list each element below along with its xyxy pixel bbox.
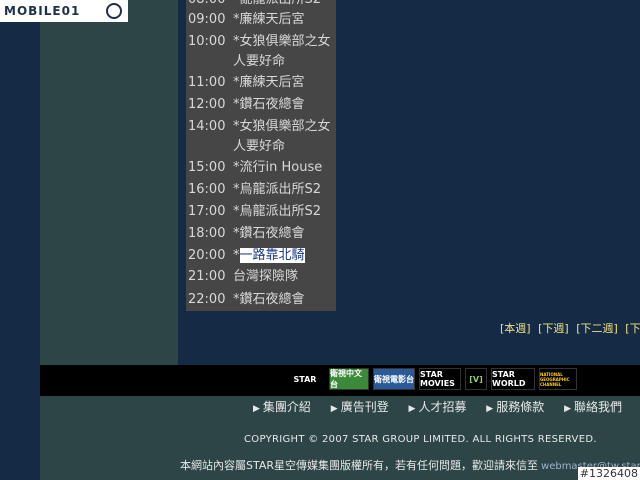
schedule-title[interactable]: *烏龍派出所S2 bbox=[233, 202, 333, 222]
schedule-time: 09:00 bbox=[188, 12, 226, 27]
schedule-title[interactable]: *烏龍派出所S2 bbox=[233, 180, 333, 200]
selected-program-title[interactable]: 一路靠北騎 bbox=[239, 248, 305, 263]
copyright-text: COPYRIGHT © 2007 STAR GROUP LIMITED. ALL… bbox=[244, 434, 597, 445]
channel-logos: STAR 衛視中文台 衛視電影台 STAR MOVIES [V] STAR WO… bbox=[285, 368, 577, 390]
schedule-title[interactable]: *流行in House bbox=[233, 158, 333, 178]
schedule-time: 18:00 bbox=[188, 226, 226, 241]
left-navy-strip bbox=[0, 0, 40, 480]
schedule-title[interactable]: *女狼俱樂部之女人要好命 bbox=[233, 117, 333, 157]
schedule-time: 16:00 bbox=[188, 182, 226, 197]
schedule-title[interactable]: *廉練天后宮 bbox=[233, 73, 333, 93]
arrow-right-icon: ▶ bbox=[408, 404, 416, 414]
schedule-title[interactable]: *鑽石夜總會 bbox=[233, 95, 333, 115]
schedule-title[interactable]: *一路靠北騎 bbox=[233, 246, 333, 266]
arrow-right-icon: ▶ bbox=[564, 404, 571, 414]
left-teal-column bbox=[40, 0, 178, 365]
arrow-right-icon: ▶ bbox=[330, 404, 338, 414]
schedule-title[interactable]: *鑽石夜總會 bbox=[233, 290, 333, 310]
star-logo[interactable]: STAR bbox=[285, 369, 325, 389]
schedule-time: 14:00 bbox=[188, 119, 226, 134]
schedule-title[interactable]: *女狼俱樂部之女人要好命 bbox=[233, 32, 333, 72]
schedule-time: 08:00 bbox=[188, 0, 232, 10]
schedule-time: 15:00 bbox=[188, 160, 226, 175]
footer-link[interactable]: ▶ 聯絡我們 bbox=[564, 400, 630, 414]
program-schedule: 08:00*亂龍派出所S2 09:00 *廉練天后宮 10:00 *女狼俱樂部之女人… bbox=[186, 0, 336, 311]
week-link-more[interactable]: [下 bbox=[625, 322, 640, 335]
star-movies-chinese-logo[interactable]: 衛視電影台 bbox=[373, 368, 415, 390]
schedule-time: 12:00 bbox=[188, 97, 226, 112]
copyright-notice: 本網站內容屬STAR星空傳媒集團版權所有，若有任何問題，歡迎請來信至webmas… bbox=[180, 457, 640, 473]
logo-text: MOBILE01 bbox=[4, 4, 81, 18]
arrow-right-icon: ▶ bbox=[253, 404, 260, 414]
site-logo[interactable]: MOBILE01 bbox=[0, 0, 128, 22]
schedule-title[interactable]: *亂龍派出所S2 bbox=[233, 0, 333, 10]
schedule-time: 20:00 bbox=[188, 248, 226, 263]
schedule-time: 21:00 bbox=[188, 269, 226, 284]
week-link-this[interactable]: [本週] bbox=[500, 322, 531, 335]
image-id-watermark: #1326408 bbox=[577, 467, 640, 480]
footer-link[interactable]: ▶ 人才招募 bbox=[409, 400, 475, 414]
national-geographic-logo[interactable]: NATIONAL GEOGRAPHIC CHANNEL bbox=[539, 368, 577, 390]
arrow-right-icon: ▶ bbox=[486, 404, 494, 414]
footer-links: ▶ 集團介紹 ▶ 廣告刊登 ▶ 人才招募 ▶ 服務條款 ▶ 聯絡我們 bbox=[253, 398, 638, 415]
star-movies-logo[interactable]: STAR MOVIES bbox=[419, 368, 461, 390]
footer-link[interactable]: ▶ 集團介紹 bbox=[253, 400, 319, 414]
star-world-logo[interactable]: STAR WORLD bbox=[491, 368, 535, 390]
schedule-time: 17:00 bbox=[188, 204, 226, 219]
footer-link[interactable]: ▶ 服務條款 bbox=[486, 400, 552, 414]
week-link-next[interactable]: [下週] bbox=[538, 322, 569, 335]
schedule-title-prefix: * bbox=[233, 248, 240, 263]
schedule-time: 11:00 bbox=[188, 75, 226, 90]
schedule-time: 22:00 bbox=[188, 292, 226, 307]
schedule-title[interactable]: *鑽石夜總會 bbox=[233, 224, 333, 244]
footer-link[interactable]: ▶ 廣告刊登 bbox=[331, 400, 397, 414]
schedule-time: 10:00 bbox=[188, 34, 226, 49]
week-link-next-two[interactable]: [下二週] bbox=[576, 322, 618, 335]
star-chinese-logo[interactable]: 衛視中文台 bbox=[329, 368, 369, 390]
week-navigation: [本週] [下週] [下二週] [下 bbox=[500, 320, 640, 336]
schedule-title[interactable]: *廉練天后宮 bbox=[233, 10, 333, 30]
schedule-title[interactable]: 台灣探險隊 bbox=[233, 267, 333, 287]
logo-mark-icon bbox=[106, 3, 122, 19]
channel-v-logo[interactable]: [V] bbox=[465, 368, 487, 390]
